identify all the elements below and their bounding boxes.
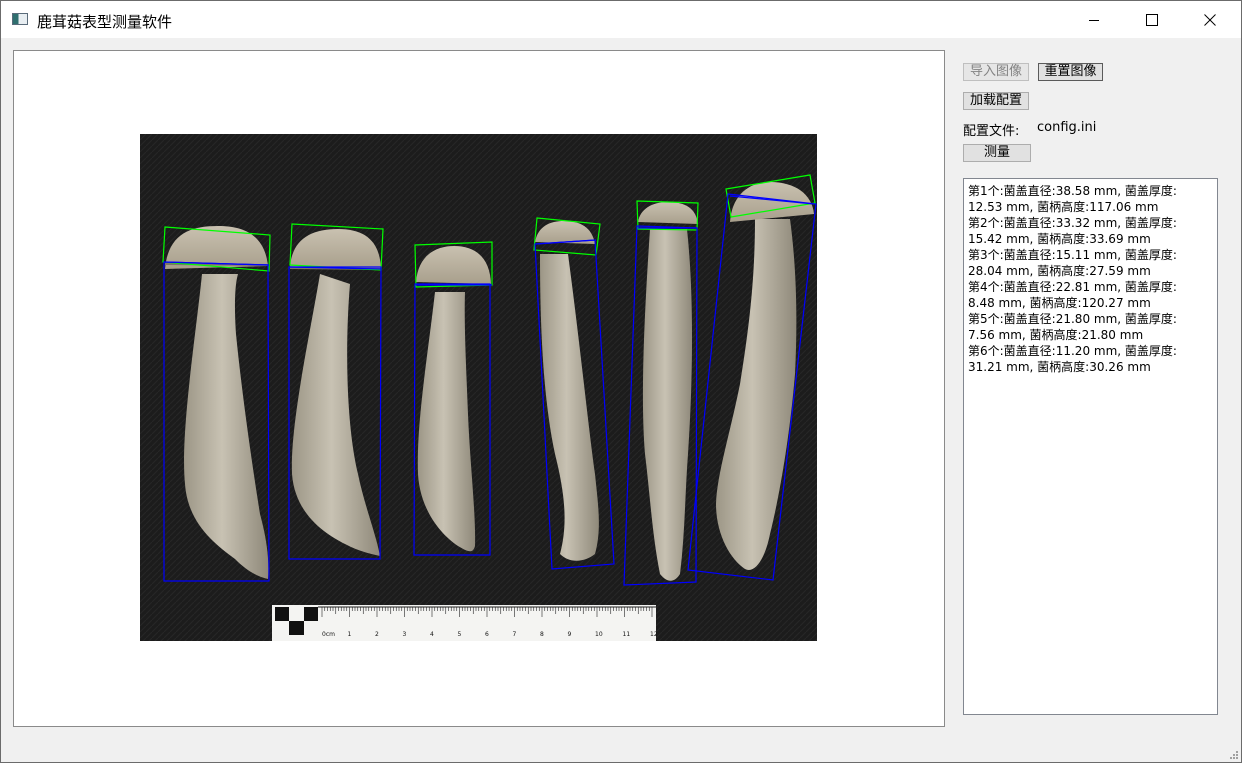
ruler-tick-label: 9 <box>568 631 572 638</box>
result-line: 第3个:菌盖直径:15.11 mm, 菌盖厚度: <box>968 248 1177 262</box>
close-button[interactable] <box>1181 2 1239 38</box>
result-line: 7.56 mm, 菌柄高度:21.80 mm <box>968 328 1144 342</box>
app-icon <box>12 13 28 25</box>
window-title: 鹿茸菇表型测量软件 <box>37 13 173 31</box>
ruler-tick-label: 11 <box>623 631 631 638</box>
ruler-tick-label: 12 <box>650 631 658 638</box>
ruler-tick-label: 1 <box>348 631 352 638</box>
result-line: 31.21 mm, 菌柄高度:30.26 mm <box>968 360 1151 374</box>
ruler-tick-label: 2 <box>375 631 379 638</box>
result-line: 12.53 mm, 菌柄高度:117.06 mm <box>968 200 1159 214</box>
ruler-tick-label: 10 <box>595 631 603 638</box>
maximize-button[interactable] <box>1123 2 1181 38</box>
result-line: 15.42 mm, 菌柄高度:33.69 mm <box>968 232 1151 246</box>
config-file-label: 配置文件: <box>963 124 1020 139</box>
measure-button[interactable]: 测量 <box>963 144 1031 162</box>
ruler-tick-label: 7 <box>513 631 517 638</box>
results-textarea[interactable]: 第1个:菌盖直径:38.58 mm, 菌盖厚度: 12.53 mm, 菌柄高度:1… <box>963 178 1218 715</box>
mushroom-photo: 0cm 1 2 3 4 5 6 7 8 9 10 11 12 <box>140 134 817 641</box>
result-line: 第5个:菌盖直径:21.80 mm, 菌盖厚度: <box>968 312 1177 326</box>
resize-grip-icon[interactable] <box>1229 750 1239 760</box>
reset-image-button[interactable]: 重置图像 <box>1038 63 1103 81</box>
close-icon <box>1204 14 1216 26</box>
maximize-icon <box>1146 14 1158 26</box>
result-line: 第2个:菌盖直径:33.32 mm, 菌盖厚度: <box>968 216 1177 230</box>
config-file-value: config.ini <box>1037 120 1097 135</box>
minimize-button[interactable] <box>1065 2 1123 38</box>
title-bar[interactable]: 鹿茸菇表型测量软件 <box>1 1 1241 38</box>
ruler-tick-label: 6 <box>485 631 489 638</box>
ruler-tick-label: 8 <box>540 631 544 638</box>
ruler-tick-label: 3 <box>403 631 407 638</box>
import-image-button[interactable]: 导入图像 <box>963 63 1029 81</box>
result-line: 8.48 mm, 菌柄高度:120.27 mm <box>968 296 1151 310</box>
result-line: 第6个:菌盖直径:11.20 mm, 菌盖厚度: <box>968 344 1177 358</box>
minimize-icon <box>1089 20 1099 21</box>
ruler-tick-label: 4 <box>430 631 434 638</box>
ruler-unit-label: 0cm <box>322 631 335 638</box>
result-line: 第4个:菌盖直径:22.81 mm, 菌盖厚度: <box>968 280 1177 294</box>
result-line: 第1个:菌盖直径:38.58 mm, 菌盖厚度: <box>968 184 1177 198</box>
ruler-tick-label: 5 <box>458 631 462 638</box>
result-line: 28.04 mm, 菌柄高度:27.59 mm <box>968 264 1151 278</box>
load-config-button[interactable]: 加载配置 <box>963 92 1029 110</box>
